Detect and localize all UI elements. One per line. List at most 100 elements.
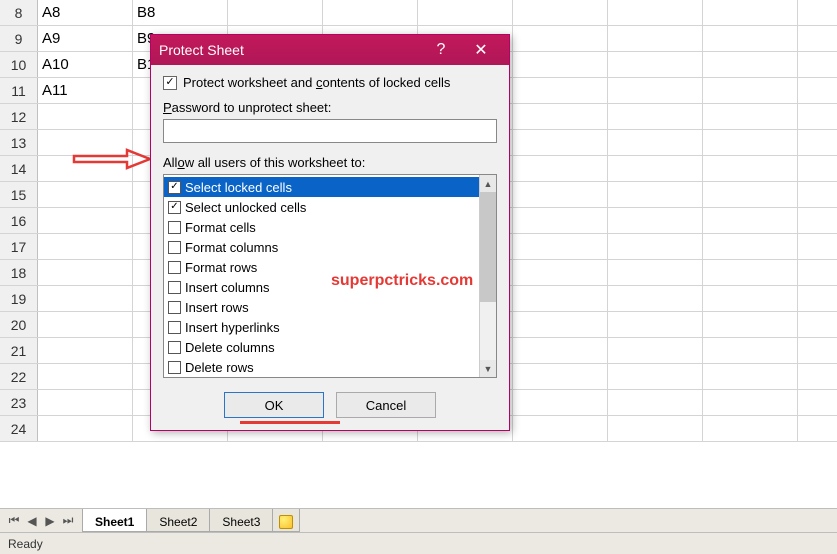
cell[interactable]: [513, 234, 608, 259]
cell[interactable]: [703, 104, 798, 129]
cell[interactable]: [608, 338, 703, 363]
cell[interactable]: [323, 0, 418, 25]
row-header[interactable]: 16: [0, 208, 38, 233]
permission-item[interactable]: Insert rows: [164, 297, 479, 317]
permission-checkbox[interactable]: [168, 221, 181, 234]
cell[interactable]: [703, 52, 798, 77]
cell[interactable]: A11: [38, 78, 133, 103]
row-header[interactable]: 12: [0, 104, 38, 129]
cell[interactable]: [703, 130, 798, 155]
cell[interactable]: [608, 130, 703, 155]
permission-item[interactable]: Insert columns: [164, 277, 479, 297]
cell[interactable]: [513, 286, 608, 311]
cell[interactable]: [513, 156, 608, 181]
cell[interactable]: [703, 416, 798, 441]
protect-checkbox[interactable]: [163, 76, 177, 90]
new-sheet-button[interactable]: [272, 509, 300, 532]
cell[interactable]: [608, 52, 703, 77]
permission-item[interactable]: Delete columns: [164, 337, 479, 357]
cell[interactable]: [703, 78, 798, 103]
sheet-tab[interactable]: Sheet3: [209, 509, 273, 532]
row-header[interactable]: 9: [0, 26, 38, 51]
cell[interactable]: [38, 364, 133, 389]
row-header[interactable]: 24: [0, 416, 38, 441]
cell[interactable]: [703, 156, 798, 181]
cell[interactable]: [38, 286, 133, 311]
cell[interactable]: [38, 104, 133, 129]
cell[interactable]: [513, 104, 608, 129]
cell[interactable]: [608, 208, 703, 233]
cell[interactable]: [608, 364, 703, 389]
permission-item[interactable]: Format rows: [164, 257, 479, 277]
cell[interactable]: [703, 260, 798, 285]
scrollbar[interactable]: ▲ ▼: [479, 175, 496, 377]
cell[interactable]: [513, 390, 608, 415]
cell[interactable]: [703, 338, 798, 363]
cell[interactable]: [608, 26, 703, 51]
cell[interactable]: [38, 312, 133, 337]
cell[interactable]: [608, 104, 703, 129]
row-header[interactable]: 10: [0, 52, 38, 77]
help-button[interactable]: ?: [421, 41, 461, 59]
cell[interactable]: [608, 260, 703, 285]
cell[interactable]: [513, 416, 608, 441]
permissions-listbox[interactable]: Select locked cellsSelect unlocked cells…: [163, 174, 497, 378]
permission-checkbox[interactable]: [168, 241, 181, 254]
cell[interactable]: A10: [38, 52, 133, 77]
cell[interactable]: [38, 416, 133, 441]
permission-checkbox[interactable]: [168, 281, 181, 294]
row-header[interactable]: 8: [0, 0, 38, 25]
permission-checkbox[interactable]: [168, 341, 181, 354]
cell[interactable]: [38, 390, 133, 415]
cell[interactable]: [608, 390, 703, 415]
cell[interactable]: [608, 182, 703, 207]
permission-item[interactable]: Insert hyperlinks: [164, 317, 479, 337]
row-header[interactable]: 23: [0, 390, 38, 415]
row-header[interactable]: 20: [0, 312, 38, 337]
cell[interactable]: [38, 338, 133, 363]
permission-item[interactable]: Format cells: [164, 217, 479, 237]
cell[interactable]: B8: [133, 0, 228, 25]
permission-checkbox[interactable]: [168, 181, 181, 194]
cell[interactable]: [38, 130, 133, 155]
cell[interactable]: [608, 286, 703, 311]
cell[interactable]: [513, 130, 608, 155]
cell[interactable]: [703, 26, 798, 51]
cell[interactable]: [513, 208, 608, 233]
nav-next-icon[interactable]: ▶: [42, 513, 58, 529]
cell[interactable]: [38, 234, 133, 259]
row-header[interactable]: 21: [0, 338, 38, 363]
password-input[interactable]: [163, 119, 497, 143]
nav-first-icon[interactable]: ⏮: [6, 513, 22, 529]
ok-button[interactable]: OK: [224, 392, 324, 418]
cell[interactable]: [608, 78, 703, 103]
row-header[interactable]: 22: [0, 364, 38, 389]
cell[interactable]: [513, 338, 608, 363]
cell[interactable]: [703, 208, 798, 233]
row-header[interactable]: 17: [0, 234, 38, 259]
cell[interactable]: [703, 0, 798, 25]
row-header[interactable]: 14: [0, 156, 38, 181]
cell[interactable]: [513, 52, 608, 77]
cell[interactable]: [608, 156, 703, 181]
cell[interactable]: [513, 364, 608, 389]
cell[interactable]: [703, 390, 798, 415]
sheet-tab[interactable]: Sheet1: [82, 509, 147, 532]
permission-checkbox[interactable]: [168, 201, 181, 214]
permission-item[interactable]: Select locked cells: [164, 177, 479, 197]
cell[interactable]: [608, 234, 703, 259]
row-header[interactable]: 18: [0, 260, 38, 285]
cell[interactable]: [703, 364, 798, 389]
cell[interactable]: [38, 208, 133, 233]
permission-checkbox[interactable]: [168, 361, 181, 374]
cell[interactable]: [38, 156, 133, 181]
cell[interactable]: [703, 234, 798, 259]
row-header[interactable]: 15: [0, 182, 38, 207]
cell[interactable]: [513, 26, 608, 51]
cell[interactable]: [608, 312, 703, 337]
cell[interactable]: [418, 0, 513, 25]
permission-item[interactable]: Delete rows: [164, 357, 479, 377]
permission-checkbox[interactable]: [168, 301, 181, 314]
cell[interactable]: [703, 312, 798, 337]
permission-checkbox[interactable]: [168, 261, 181, 274]
